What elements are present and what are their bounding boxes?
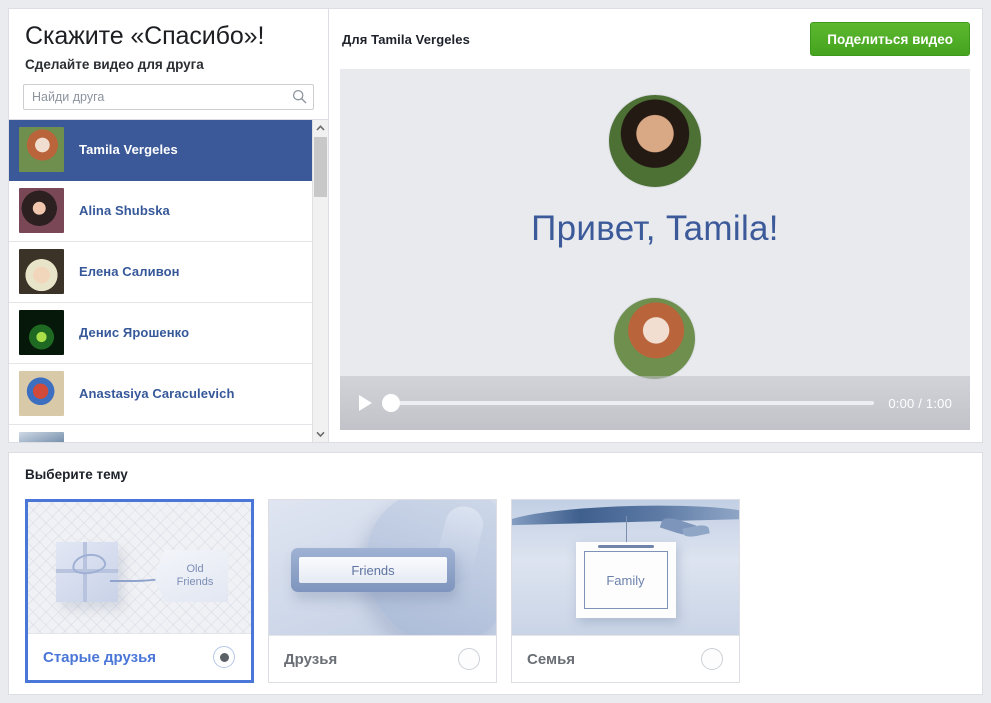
friend-list[interactable]: Tamila Vergeles Alina Shubska Елена Сали… [9,119,312,442]
theme-thumb-label-line1: Old [186,563,204,576]
search-container [23,83,314,110]
friend-list-area: Tamila Vergeles Alina Shubska Елена Сали… [9,118,328,442]
radio-dot [219,652,229,662]
avatar [19,432,64,442]
frame-inner: Family [583,551,668,609]
friend-name: Alina Shubska [79,203,170,219]
scrollbar-thumb[interactable] [314,136,327,197]
theme-card-footer: Старые друзья [28,633,251,680]
video-header: Для Tamila Vergeles Поделиться видео [329,9,982,69]
play-icon[interactable] [359,395,372,411]
theme-label: Друзья [284,650,338,668]
theme-thumb-label-line2: Friends [176,576,214,588]
theme-thumbnail: Family [512,500,739,635]
main-card: Скажите «Спасибо»! Сделайте видео для др… [8,8,983,443]
theme-picker-card: Выберите тему Old Friends Старые друзья [8,452,983,695]
thread-icon [625,516,627,544]
friend-name: Елена Саливон [79,264,180,280]
theme-thumb-label: Friends [351,562,395,578]
theme-radio[interactable] [701,648,723,670]
theme-radio-selected[interactable] [213,646,235,668]
friend-name: Tamila Vergeles [79,142,178,158]
theme-thumbnail: Friends [269,500,496,635]
theme-card-family[interactable]: Family Семья [511,499,740,683]
page-title: Скажите «Спасибо»! [25,22,265,50]
share-video-button[interactable]: Поделиться видео [810,22,970,56]
friend-list-item[interactable]: Anastasiya Caraculevich [9,364,312,425]
theme-list: Old Friends Старые друзья Friends Друзья… [25,499,982,683]
friend-name: Денис Ярошенко [79,325,190,341]
avatar [19,188,64,234]
friend-list-item[interactable] [9,425,312,442]
recipient-label: Для Tamila Vergeles [342,31,470,47]
theme-radio[interactable] [458,648,480,670]
picture-frame-icon: Family [575,542,676,618]
theme-section-title: Выберите тему [25,467,128,482]
theme-card-friends[interactable]: Friends Друзья [268,499,497,683]
video-bottom-avatar [613,297,696,380]
avatar [19,249,64,295]
friend-list-item[interactable]: Alina Shubska [9,181,312,242]
video-top-avatar [608,94,702,188]
avatar [19,127,64,173]
chevron-up-icon[interactable] [312,119,328,136]
avatar [19,310,64,356]
gift-tag-icon: Old Friends [154,550,228,602]
theme-label: Старые друзья [43,648,157,666]
progress-knob[interactable] [382,394,400,412]
clip-icon [597,545,654,548]
plaque-icon: Friends [291,548,455,592]
theme-thumb-label: Old Friends [177,563,214,588]
friend-list-item[interactable]: Tamila Vergeles [9,119,312,181]
video-preview-panel: Для Tamila Vergeles Поделиться видео При… [329,9,982,442]
time-display: 0:00 / 1:00 [888,395,952,411]
plaque-inner: Friends [299,557,447,583]
search-input[interactable] [23,83,314,110]
friend-name: Anastasiya Caraculevich [79,386,235,402]
theme-label: Семья [527,650,576,668]
theme-thumbnail: Old Friends [28,502,251,633]
chevron-down-icon[interactable] [312,426,328,442]
video-greeting-text: Привет, Tamila! [531,209,779,248]
friend-list-item[interactable]: Денис Ярошенко [9,303,312,364]
progress-slider[interactable] [382,394,875,412]
video-player[interactable]: Привет, Tamila! 0:00 / 1:00 [340,69,970,430]
friend-list-item[interactable]: Елена Саливон [9,242,312,303]
avatar [19,371,64,417]
page-subtitle: Сделайте видео для друга [25,56,204,72]
friend-picker-panel: Скажите «Спасибо»! Сделайте видео для др… [9,9,329,442]
player-controls: 0:00 / 1:00 [340,376,970,430]
theme-thumb-label: Family [606,572,645,588]
theme-card-footer: Семья [512,635,739,682]
theme-card-old-friends[interactable]: Old Friends Старые друзья [25,499,254,683]
friend-list-scrollbar[interactable] [312,119,328,442]
theme-card-footer: Друзья [269,635,496,682]
